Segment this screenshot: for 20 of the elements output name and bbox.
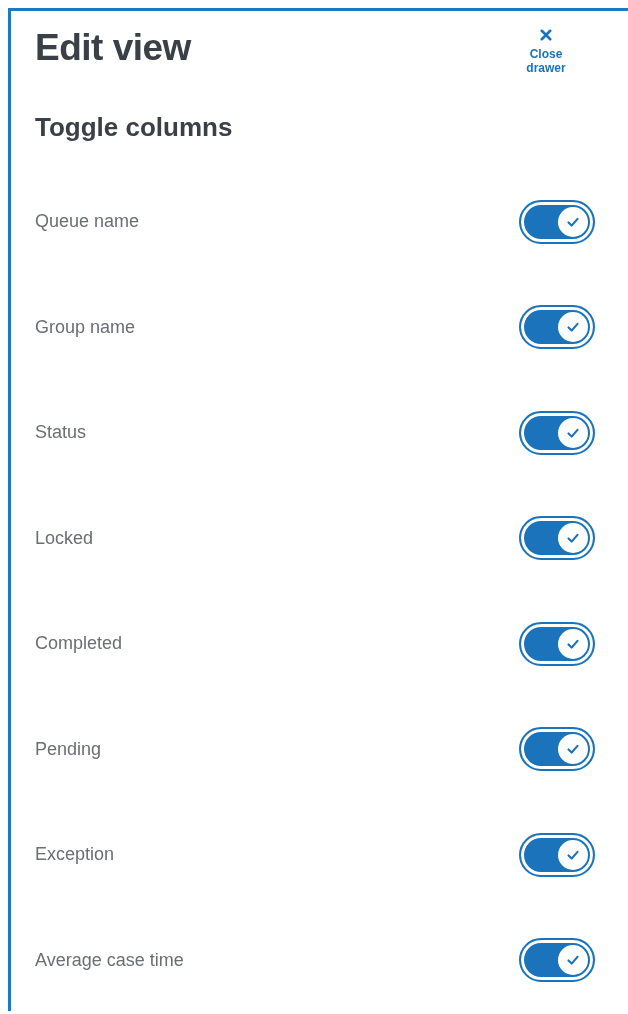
toggle-switch[interactable]: [519, 305, 595, 350]
column-label: Pending: [35, 738, 102, 760]
toggle-switch[interactable]: [519, 199, 595, 244]
column-label: Locked: [35, 527, 94, 549]
toggle-switch[interactable]: [519, 938, 595, 983]
close-drawer-button[interactable]: Close drawer: [518, 25, 574, 76]
column-label: Group name: [35, 316, 136, 338]
toggle-switch[interactable]: [519, 410, 595, 455]
column-label: Status: [35, 422, 87, 444]
column-label: Exception: [35, 844, 115, 866]
close-icon: [540, 29, 552, 41]
toggle-switch[interactable]: [519, 516, 595, 561]
toggle-switch[interactable]: [519, 727, 595, 772]
toggle-switch[interactable]: [519, 621, 595, 666]
column-label: Average case time: [35, 949, 184, 971]
column-label: Completed: [35, 633, 123, 655]
column-label: Queue name: [35, 211, 140, 233]
drawer-title: Edit view: [35, 27, 191, 69]
toggle-switch[interactable]: [519, 832, 595, 877]
section-heading: Toggle columns: [35, 111, 234, 143]
